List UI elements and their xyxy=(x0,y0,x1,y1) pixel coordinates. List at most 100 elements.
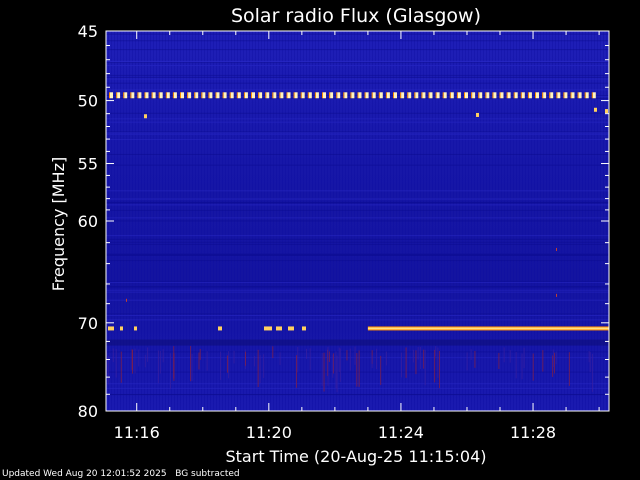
dotted-line-dot xyxy=(110,92,113,99)
emission-burst xyxy=(288,326,294,331)
dotted-line-dot xyxy=(365,92,369,99)
noise-streak xyxy=(437,347,439,378)
noise-streak xyxy=(554,352,556,374)
noise-band xyxy=(106,78,609,80)
dotted-line-dot xyxy=(386,92,390,99)
dotted-line-edge xyxy=(492,92,494,99)
noise-streak xyxy=(412,349,414,363)
dotted-line-edge xyxy=(236,92,238,99)
noise-band xyxy=(106,64,609,66)
dotted-line-dot xyxy=(202,92,206,99)
noise-band xyxy=(106,280,609,282)
dotted-line-dot xyxy=(131,92,135,99)
dotted-line-dot xyxy=(585,92,589,99)
noise-band xyxy=(106,383,609,385)
emission-band-core xyxy=(367,327,609,330)
dotted-line-edge xyxy=(251,92,252,99)
noise-band xyxy=(106,164,609,166)
noise-streak xyxy=(191,353,193,382)
dotted-line-dot xyxy=(152,92,156,99)
dotted-line-edge xyxy=(172,92,174,99)
noise-streak xyxy=(552,349,554,367)
dotted-line-dot xyxy=(536,92,539,99)
noise-streak xyxy=(532,353,534,381)
dotted-line-edge xyxy=(286,92,288,99)
noise-band xyxy=(106,49,609,51)
emission-burst xyxy=(134,326,137,331)
dotted-line-edge xyxy=(215,92,217,99)
noise-streak xyxy=(220,351,222,380)
noise-streak xyxy=(245,351,247,366)
y-tick-label: 45 xyxy=(78,22,98,41)
dotted-line-edge xyxy=(322,92,323,99)
noise-band xyxy=(106,220,609,222)
noise-streak xyxy=(305,348,307,359)
dotted-line-dot xyxy=(181,92,184,99)
noise-streak xyxy=(144,354,146,368)
dotted-line-edge xyxy=(265,92,267,99)
dotted-line-edge xyxy=(279,92,281,99)
dotted-line-dot xyxy=(294,92,298,99)
noise-streak xyxy=(400,352,402,378)
dotted-line-edge xyxy=(442,92,444,99)
noise-band xyxy=(106,112,609,114)
noise-streak xyxy=(134,348,136,374)
dotted-line-dot xyxy=(244,92,248,99)
noise-streak xyxy=(115,349,117,378)
dotted-line-dot xyxy=(457,92,461,99)
noise-streak xyxy=(120,351,122,383)
noise-streak xyxy=(588,351,590,363)
dotted-line-edge xyxy=(158,92,160,99)
noise-band xyxy=(106,235,609,237)
dotted-line-edge xyxy=(478,92,480,99)
noise-streak xyxy=(327,346,329,386)
dotted-line-edge xyxy=(485,92,487,99)
dotted-line-dot xyxy=(280,92,284,99)
dotted-line-edge xyxy=(506,92,508,99)
dotted-line-edge xyxy=(563,92,565,99)
dotted-line-dot xyxy=(422,92,426,99)
dotted-line-dot xyxy=(450,92,454,99)
dotted-line-dot xyxy=(124,92,128,99)
dotted-line-edge xyxy=(116,92,118,99)
noise-streak xyxy=(138,349,140,367)
noise-streak xyxy=(309,348,311,370)
dotted-line-edge xyxy=(378,92,380,99)
dotted-line-edge xyxy=(300,92,302,99)
noise-band xyxy=(106,153,609,155)
noise-streak xyxy=(435,346,437,357)
noise-band xyxy=(106,190,609,192)
noise-streak xyxy=(335,351,337,389)
dotted-line-dot xyxy=(358,92,362,99)
noise-streak xyxy=(323,352,325,392)
dotted-line-edge xyxy=(357,92,359,99)
dotted-line-edge xyxy=(556,92,558,99)
noise-band xyxy=(106,313,609,315)
emission-burst xyxy=(108,326,114,331)
noise-band xyxy=(106,286,609,288)
noise-streak xyxy=(385,351,387,366)
noise-band xyxy=(106,133,609,135)
noise-streak xyxy=(589,352,591,373)
dotted-line-edge xyxy=(591,92,593,99)
dotted-line-dot xyxy=(379,92,383,99)
dotted-line-edge xyxy=(513,92,515,99)
bright-pixel xyxy=(144,114,147,119)
faint-pixel xyxy=(556,293,557,297)
dotted-line-dot xyxy=(486,92,490,99)
dotted-line-edge xyxy=(527,92,529,99)
noise-streak xyxy=(263,354,265,378)
dotted-line-edge xyxy=(464,92,465,99)
noise-band xyxy=(106,33,609,35)
dotted-line-dot xyxy=(415,92,419,99)
spectrogram-chart: 45 50 55 60 70 80 11:16 11:20 11:24 11:28 Solar … xyxy=(49,5,610,466)
dotted-line-edge xyxy=(421,92,423,99)
noise-streak xyxy=(523,347,525,369)
dotted-line-edge xyxy=(449,92,451,99)
noise-band xyxy=(106,209,609,211)
noise-streak xyxy=(279,352,281,366)
dotted-line-edge xyxy=(435,92,437,99)
noise-streak xyxy=(147,347,149,362)
noise-streak xyxy=(112,348,114,363)
x-tick-label: 11:16 xyxy=(114,423,160,442)
